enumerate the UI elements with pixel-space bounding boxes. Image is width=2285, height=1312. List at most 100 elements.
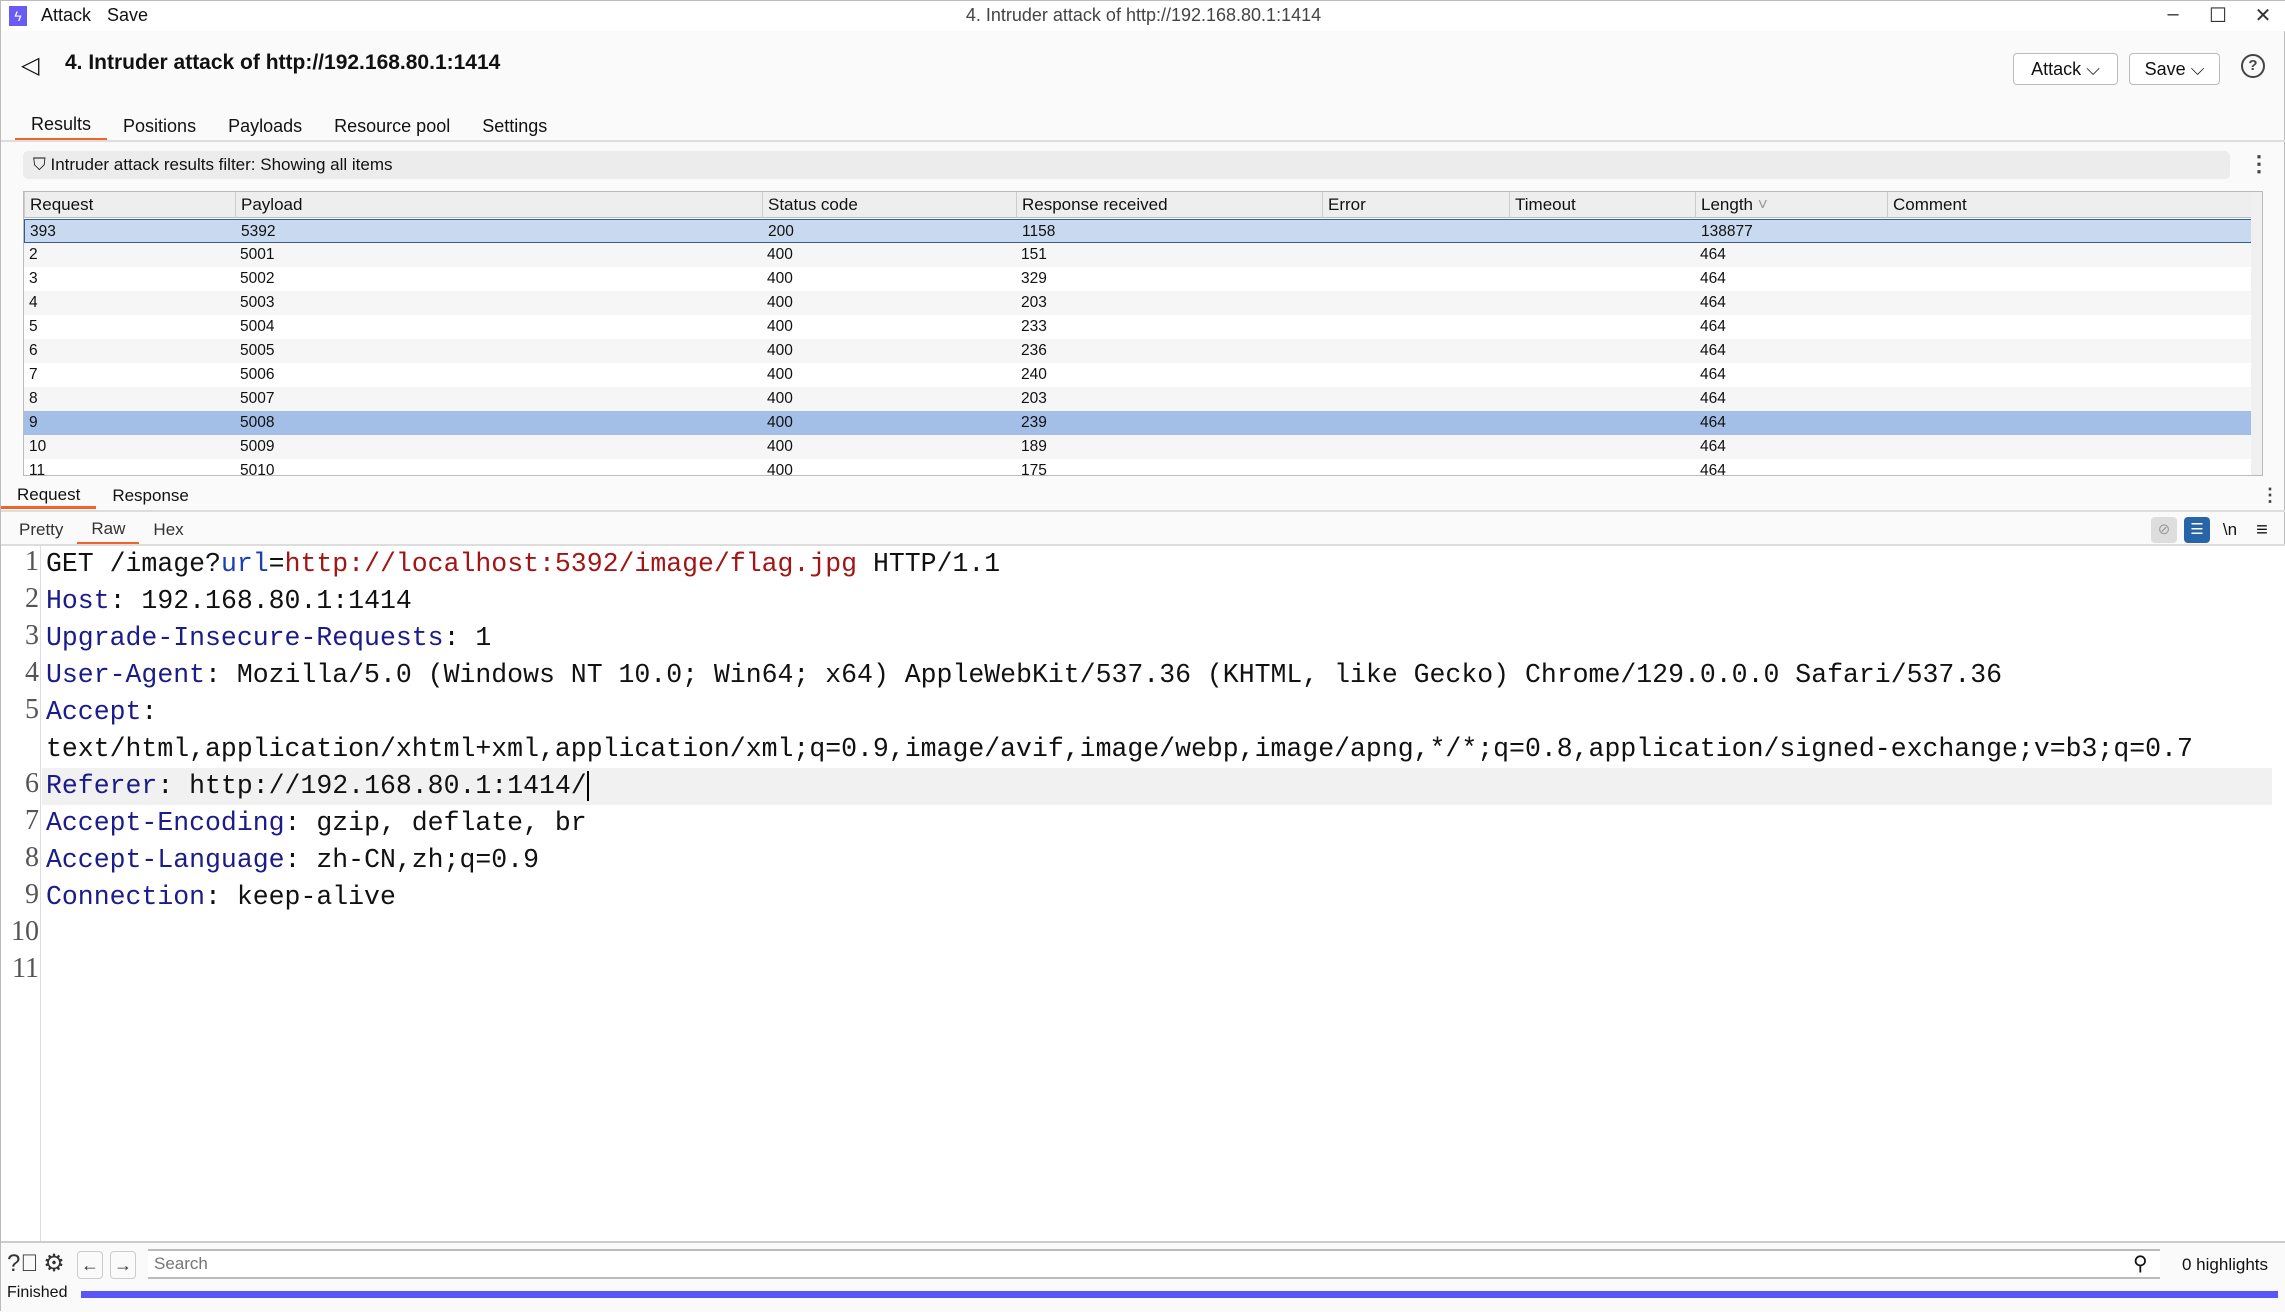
table-row[interactable]: 2 5001 400 151 464 — [24, 243, 2254, 267]
word-wrap-icon[interactable]: ☰ — [2184, 517, 2210, 543]
tab-resource-pool[interactable]: Resource pool — [318, 111, 466, 141]
table-row[interactable]: 9 5008 400 239 464 — [24, 411, 2254, 435]
cell-request: 6 — [29, 342, 38, 359]
cell-payload: 5005 — [240, 342, 275, 359]
header-name: Referer — [46, 771, 158, 801]
cell-payload: 5001 — [240, 246, 275, 263]
cell-status-code: 400 — [767, 246, 793, 263]
search-input[interactable] — [148, 1249, 2160, 1279]
tab-positions[interactable]: Positions — [107, 111, 212, 141]
line-number: 2 — [25, 583, 39, 614]
table-row[interactable]: 393 5392 200 1158 138877 — [24, 219, 2254, 243]
cell-response-received: Response received — [1016, 192, 1168, 218]
header-line: Accept-Language: zh-CN,zh;q=0.9 — [46, 842, 539, 879]
tab-raw[interactable]: Raw — [77, 515, 140, 545]
line-number: 3 — [25, 620, 39, 651]
help-icon[interactable]: ? — [2241, 54, 2265, 78]
newline-icon[interactable]: \n — [2217, 517, 2243, 543]
cell-response-received: 189 — [1021, 438, 1047, 455]
more-options-icon[interactable]: ⋮ — [2248, 153, 2270, 175]
progress-bar — [81, 1291, 2278, 1298]
detail-tabs: Request Response — [1, 483, 205, 509]
colon: : — [109, 586, 126, 616]
cell-response-received: 175 — [1021, 462, 1047, 476]
protocol: HTTP/1.1 — [857, 549, 1001, 579]
minimize-icon[interactable]: – — [2153, 3, 2193, 26]
cell-request: 9 — [29, 414, 38, 431]
table-row[interactable]: 5 5004 400 233 464 — [24, 315, 2254, 339]
hamburger-icon[interactable]: ≡ — [2249, 517, 2275, 543]
more-options-icon[interactable]: ⋮ — [2261, 486, 2279, 504]
arrow-right-icon[interactable]: → — [110, 1251, 136, 1279]
tab-payloads[interactable]: Payloads — [212, 111, 318, 141]
line-number: 11 — [12, 953, 39, 984]
tab-results[interactable]: Results — [15, 111, 108, 141]
table-row[interactable]: 4 5003 400 203 464 — [24, 291, 2254, 315]
cell-length: 464 — [1700, 294, 1726, 311]
cell-status-code: 400 — [767, 294, 793, 311]
header-value: 1 — [459, 623, 492, 653]
line-number: 5 — [25, 694, 39, 725]
results-filter-bar[interactable]: ⛉ Intruder attack results filter: Showin… — [23, 151, 2230, 179]
close-icon[interactable]: ✕ — [2243, 3, 2283, 28]
table-row[interactable]: 11 5010 400 175 464 — [24, 459, 2254, 476]
line-number: 8 — [25, 842, 39, 873]
eye-slash-icon[interactable]: ⊘ — [2151, 517, 2177, 543]
tab-pretty[interactable]: Pretty — [5, 515, 77, 545]
divider — [1, 510, 2285, 512]
header-value: gzip, deflate, br — [300, 808, 587, 838]
cell-payload: 5006 — [240, 366, 275, 383]
table-row[interactable]: 7 5006 400 240 464 — [24, 363, 2254, 387]
line-number: 9 — [25, 879, 39, 910]
table-row[interactable]: 6 5005 400 236 464 — [24, 339, 2254, 363]
cell-response-received: 240 — [1021, 366, 1047, 383]
cell-status-code: 400 — [767, 366, 793, 383]
cell-status-code: 400 — [767, 270, 793, 287]
gear-icon[interactable]: ⚙ — [41, 1251, 67, 1279]
maximize-icon[interactable]: ☐ — [2198, 3, 2238, 28]
header-value: keep-alive — [220, 882, 396, 912]
main-tabs: Results Positions Payloads Resource pool… — [15, 111, 563, 141]
search-icon[interactable]: ⚲ — [2133, 1251, 2148, 1276]
cell-request: 2 — [29, 246, 38, 263]
attack-button[interactable]: Attack ⌵ — [2013, 53, 2118, 85]
header-name: Accept — [46, 697, 142, 727]
line-number: 7 — [25, 805, 39, 836]
tab-hex[interactable]: Hex — [139, 515, 197, 545]
param-value: http://localhost:5392/image/flag.jpg — [284, 549, 858, 579]
cell-payload: 5004 — [240, 318, 275, 335]
cell-payload: 5007 — [240, 390, 275, 407]
table-row[interactable]: 8 5007 400 203 464 — [24, 387, 2254, 411]
tab-request[interactable]: Request — [1, 483, 97, 509]
sort-icon: ˅ — [1753, 195, 1768, 214]
cell-request: 3 — [29, 270, 38, 287]
header-line: User-Agent: Mozilla/5.0 (Windows NT 10.0… — [46, 657, 2002, 694]
cell-length: 464 — [1700, 366, 1726, 383]
tab-response[interactable]: Response — [96, 483, 205, 509]
results-table: Request Payload Status code Response receiv… — [23, 191, 2263, 476]
header-line: Upgrade-Insecure-Requests: 1 — [46, 620, 491, 657]
save-button[interactable]: Save ⌵ — [2129, 53, 2220, 85]
header-line: Accept: — [46, 694, 157, 731]
cell-response-received: 236 — [1021, 342, 1047, 359]
header-value: http://192.168.80.1:1414/ — [173, 771, 587, 801]
header-name: Connection — [46, 882, 206, 912]
cell-response-received: 233 — [1021, 318, 1047, 335]
chevron-down-icon: ⌵ — [2086, 59, 2100, 79]
cell-response-received: 329 — [1021, 270, 1047, 287]
cell-response-received: 203 — [1021, 390, 1047, 407]
table-header[interactable]: Request Payload Status code Response receiv… — [24, 192, 2254, 218]
table-row[interactable]: 3 5002 400 329 464 — [24, 267, 2254, 291]
colon: : — [443, 623, 460, 653]
arrow-left-icon[interactable]: ← — [77, 1251, 103, 1279]
cell-request: 5 — [29, 318, 38, 335]
table-row[interactable]: 10 5009 400 189 464 — [24, 435, 2254, 459]
tab-settings[interactable]: Settings — [466, 111, 563, 141]
header-line: Referer: http://192.168.80.1:1414/ — [46, 768, 589, 805]
cell-payload: 5008 — [240, 414, 275, 431]
help-icon[interactable]: ?⃝ — [7, 1251, 38, 1279]
colon: : — [284, 808, 301, 838]
request-editor[interactable]: 1 2 3 4 5 6 7 8 9 10 11 GET /image?url=http://loca… — [1, 546, 2285, 1241]
table-scrollbar[interactable] — [2251, 192, 2262, 475]
chevron-down-icon: ⌵ — [2190, 59, 2205, 79]
